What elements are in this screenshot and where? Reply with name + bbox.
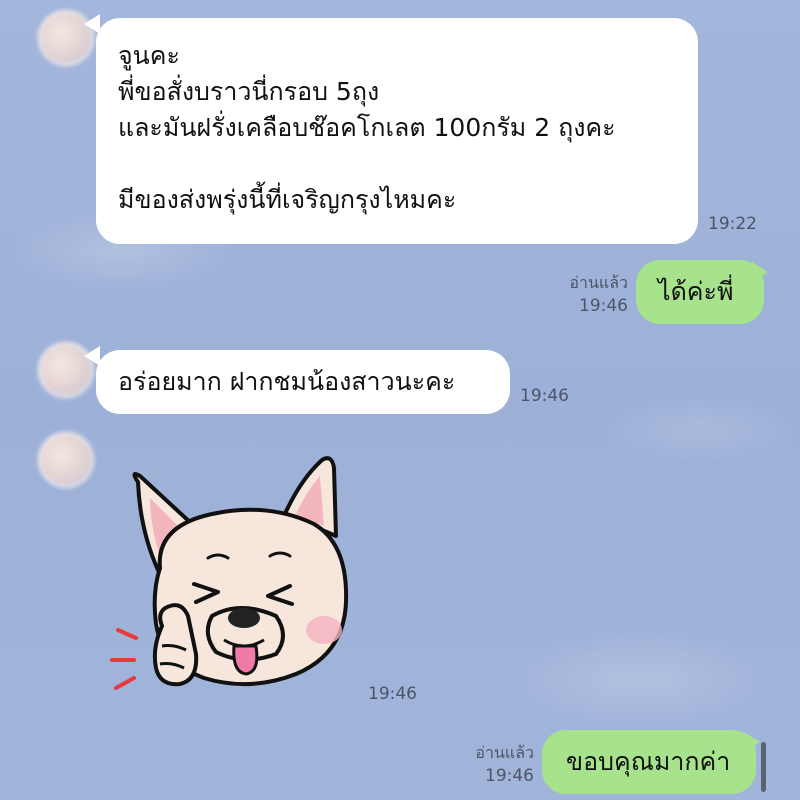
outgoing-message-bubble[interactable]: ได้ค่ะพี่ [636,260,764,324]
message-line: จูนคะ [118,41,180,70]
message-line: ขอบคุณมากค่า [566,747,731,776]
contact-avatar[interactable] [38,432,94,488]
message-line: และมันฝรั่งเคลือบช๊อคโกเลต 100กรัม 2 ถุง… [118,113,616,142]
bulldog-icon [110,456,349,690]
message-time: 19:46 [520,386,569,406]
message-time: 19:46 [368,684,417,704]
message-line [118,146,674,182]
message-line: พี่ขอสั่งบราวนี่กรอบ 5ถุง [118,77,380,106]
bubble-tail [744,732,760,752]
message-line: มีของส่งพรุ่งนี้ที่เจริญกรุงไหมคะ [118,185,457,214]
incoming-message-bubble[interactable]: อร่อยมาก ฝากชมน้องสาวนะคะ [96,350,510,414]
message-time: 19:46 [579,296,628,316]
message-time: 19:46 [485,766,534,786]
winking-bulldog-sticker[interactable] [100,440,360,700]
outgoing-message-bubble[interactable]: ขอบคุณมากค่า [542,730,756,794]
message-time: 19:22 [708,214,757,234]
read-receipt: อ่านแล้ว [569,273,628,292]
message-line: อร่อยมาก ฝากชมน้องสาวนะคะ [118,367,456,396]
bubble-tail [752,262,768,282]
message-line: ได้ค่ะพี่ [658,277,734,306]
read-receipt: อ่านแล้ว [475,743,534,762]
scrollbar-thumb[interactable] [761,742,766,792]
incoming-message-bubble[interactable]: จูนคะ พี่ขอสั่งบราวนี่กรอบ 5ถุง และมันฝร… [96,18,698,244]
